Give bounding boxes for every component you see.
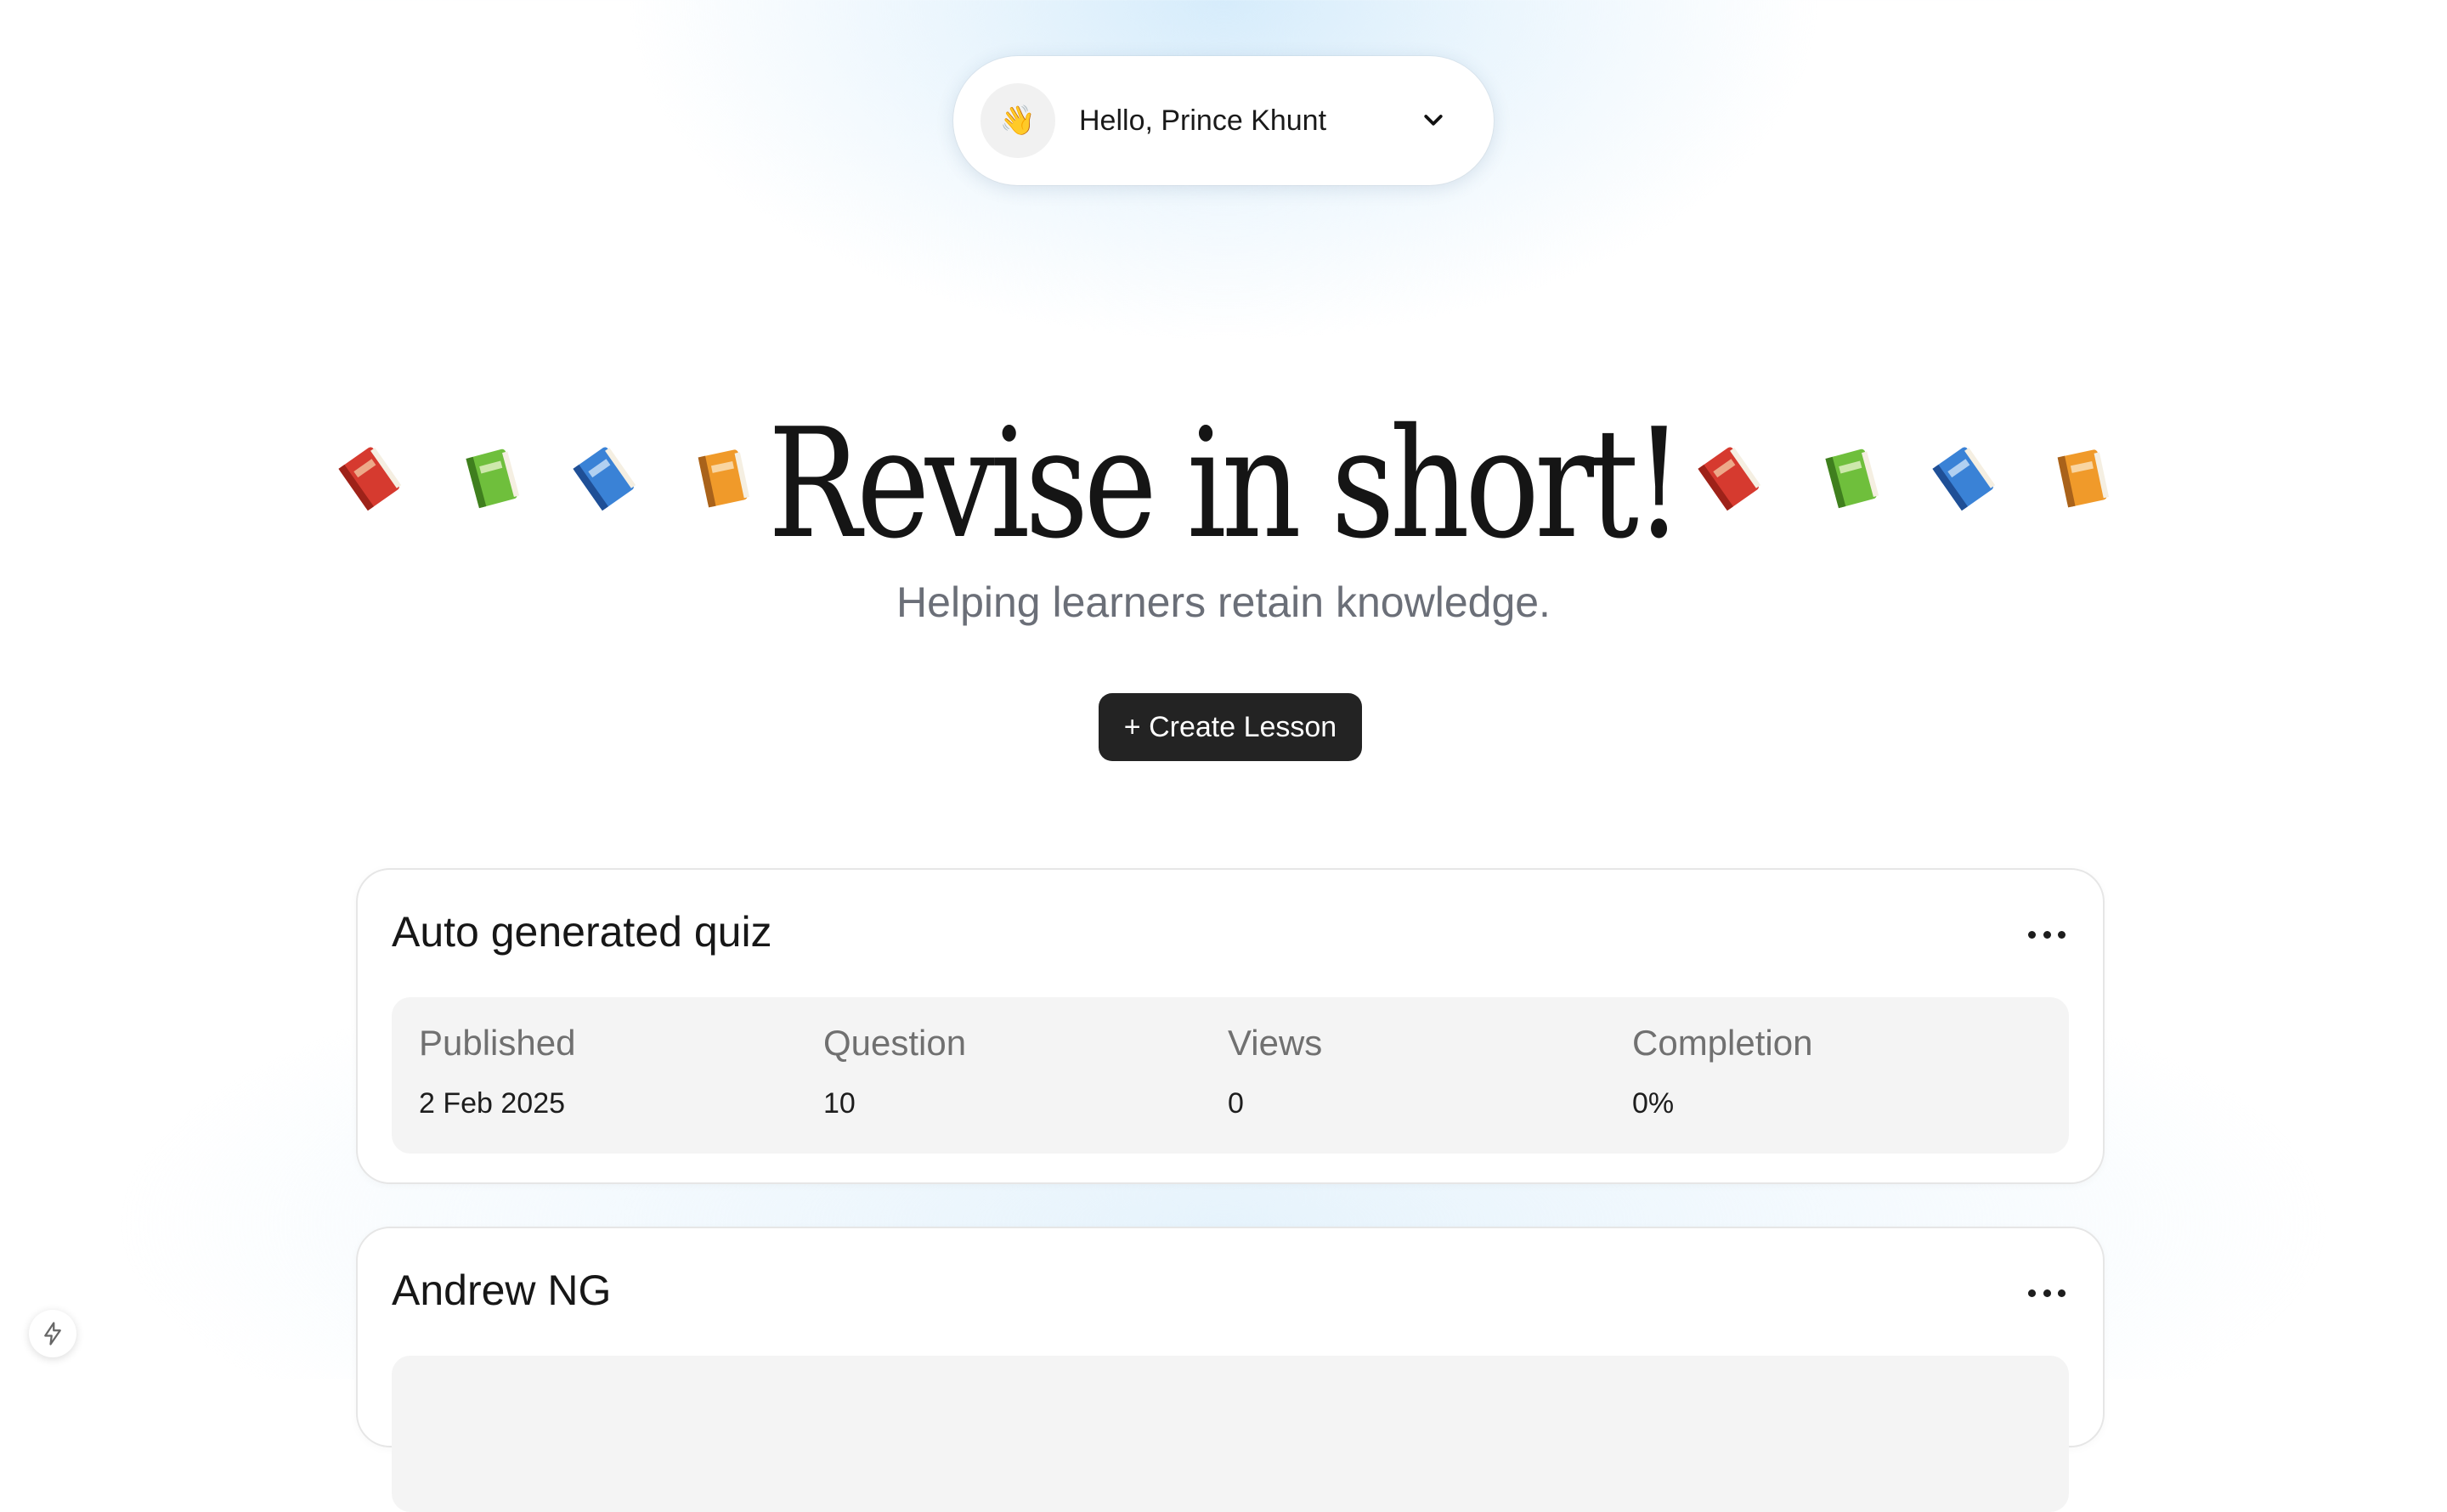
stat-value: 0% bbox=[1632, 1087, 1675, 1120]
stat-completion: Completion 0% bbox=[1632, 1023, 1812, 1120]
stat-label: Question bbox=[823, 1023, 967, 1063]
more-options-icon[interactable] bbox=[2028, 928, 2066, 941]
stat-views: Views 0 bbox=[1228, 1023, 1322, 1120]
lesson-stats-panel: Published 2 Feb 2025 Question 10 Views 0… bbox=[392, 997, 2069, 1154]
stat-label: Completion bbox=[1632, 1023, 1813, 1063]
red-book-icon bbox=[1698, 447, 1761, 511]
lesson-card[interactable]: Auto generated quiz Published 2 Feb 2025… bbox=[356, 868, 2105, 1184]
lesson-title: Auto generated quiz bbox=[392, 908, 772, 956]
stat-value: 0 bbox=[1228, 1087, 1244, 1120]
stat-label: Views bbox=[1228, 1023, 1323, 1063]
hero-subtitle: Helping learners retain knowledge. bbox=[896, 578, 1551, 626]
orange-book-icon bbox=[2057, 449, 2110, 508]
more-options-icon[interactable] bbox=[2028, 1286, 2066, 1300]
stat-value: 2 Feb 2025 bbox=[419, 1087, 566, 1120]
hero-title: Revise in short! bbox=[767, 396, 1684, 572]
account-menu-pill[interactable]: 👋 Hello, Prince Khunt bbox=[953, 56, 1494, 185]
lesson-title: Andrew NG bbox=[392, 1267, 612, 1314]
waving-hand-icon: 👋 bbox=[980, 83, 1055, 158]
chevron-down-icon[interactable] bbox=[1421, 108, 1446, 133]
stat-value: 10 bbox=[823, 1087, 856, 1120]
greeting-text: Hello, Prince Khunt bbox=[1079, 104, 1327, 137]
create-lesson-button[interactable]: + Create Lesson bbox=[1099, 693, 1362, 761]
stat-label: Published bbox=[419, 1023, 576, 1063]
lightning-icon[interactable] bbox=[29, 1310, 76, 1357]
green-book-icon bbox=[1825, 449, 1879, 509]
stat-published: Published 2 Feb 2025 bbox=[419, 1023, 575, 1120]
blue-book-icon bbox=[1932, 447, 1996, 511]
lesson-card[interactable]: Andrew NG bbox=[356, 1227, 2105, 1512]
stat-question: Question 10 bbox=[823, 1023, 966, 1120]
